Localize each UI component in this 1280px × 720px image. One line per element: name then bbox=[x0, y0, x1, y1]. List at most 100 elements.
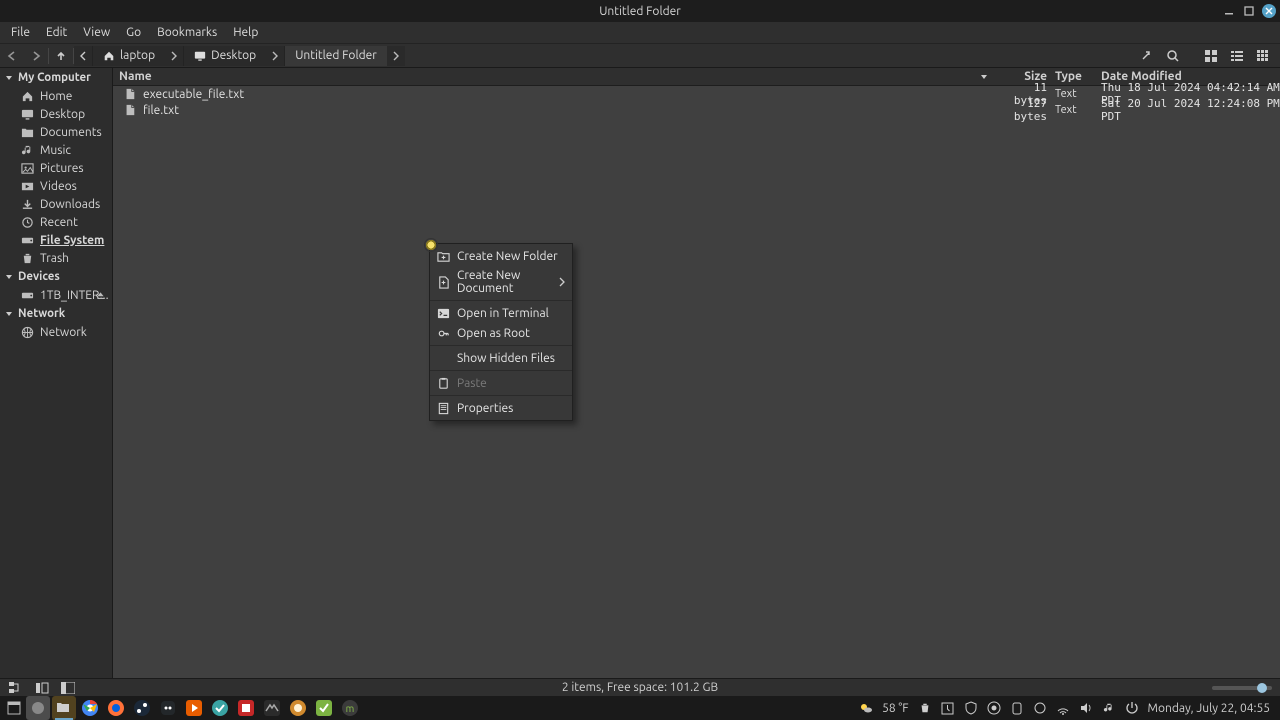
taskbar-player[interactable] bbox=[182, 696, 206, 720]
taskbar-app-8[interactable] bbox=[208, 696, 232, 720]
clock-text[interactable]: Monday, July 22, 04:55 bbox=[1148, 702, 1270, 715]
close-button[interactable] bbox=[1262, 4, 1276, 18]
search-button[interactable] bbox=[1162, 46, 1184, 66]
drive-icon bbox=[20, 288, 34, 302]
menu-edit[interactable]: Edit bbox=[39, 24, 74, 41]
taskbar-discord[interactable] bbox=[156, 696, 180, 720]
sidebar-item-pictures[interactable]: Pictures bbox=[0, 159, 112, 177]
ctx-properties[interactable]: Properties bbox=[430, 398, 572, 418]
chevron-right-icon[interactable] bbox=[165, 46, 183, 66]
ctx-open-as-root[interactable]: Open as Root bbox=[430, 323, 572, 343]
file-icon bbox=[123, 103, 137, 117]
taskbar-app-9[interactable] bbox=[234, 696, 258, 720]
tray-updates-icon[interactable] bbox=[941, 701, 955, 715]
sidebar-item-desktop[interactable]: Desktop bbox=[0, 105, 112, 123]
menu-bookmarks[interactable]: Bookmarks bbox=[150, 24, 224, 41]
tray-indicator1-icon[interactable] bbox=[1010, 701, 1024, 715]
taskbar-firefox[interactable] bbox=[104, 696, 128, 720]
sidebar-group-network[interactable]: Network bbox=[0, 304, 112, 323]
sidebar-item-file-system[interactable]: File System bbox=[0, 231, 112, 249]
trash-icon bbox=[20, 251, 34, 265]
globe-icon bbox=[20, 325, 34, 339]
zoom-slider[interactable] bbox=[1212, 686, 1272, 690]
view-compact-button[interactable] bbox=[1252, 46, 1274, 66]
taskbar-chrome[interactable] bbox=[78, 696, 102, 720]
column-type[interactable]: Type bbox=[1055, 70, 1095, 83]
chevron-right-icon[interactable] bbox=[266, 46, 284, 66]
taskbar-mint[interactable]: m bbox=[338, 696, 362, 720]
taskbar-app-10[interactable] bbox=[260, 696, 284, 720]
desktop-icon bbox=[194, 50, 206, 62]
maximize-button[interactable] bbox=[1242, 4, 1256, 18]
view-icons-button[interactable] bbox=[1200, 46, 1222, 66]
video-icon bbox=[20, 179, 34, 193]
sidebar-item-downloads[interactable]: Downloads bbox=[0, 195, 112, 213]
file-list[interactable]: executable_file.txt11 bytesTextThu 18 Ju… bbox=[113, 86, 1280, 678]
menu-file[interactable]: File bbox=[4, 24, 37, 41]
back-button[interactable] bbox=[0, 46, 24, 66]
tray-power-icon[interactable] bbox=[1125, 701, 1139, 715]
taskbar-steam[interactable] bbox=[130, 696, 154, 720]
ctx-create-new-document[interactable]: Create New Document bbox=[430, 266, 572, 298]
tray-trash-icon[interactable] bbox=[918, 701, 932, 715]
sort-indicator-icon[interactable] bbox=[979, 72, 999, 82]
taskbar-app-11[interactable] bbox=[286, 696, 310, 720]
breadcrumb-1[interactable]: Desktop bbox=[183, 46, 266, 66]
up-button[interactable] bbox=[49, 46, 73, 66]
view-list-button[interactable] bbox=[1226, 46, 1248, 66]
ctx-create-new-folder[interactable]: Create New Folder bbox=[430, 246, 572, 266]
tray-indicator2-icon[interactable] bbox=[1033, 701, 1047, 715]
sidebar-item-music[interactable]: Music bbox=[0, 141, 112, 159]
new-doc-icon bbox=[436, 275, 450, 289]
toggle-path-entry-button[interactable] bbox=[1136, 46, 1158, 66]
status-toggle-side-icon[interactable] bbox=[60, 681, 76, 695]
sidebar-item-1tb-inter-[interactable]: 1TB_INTER... bbox=[0, 286, 112, 304]
sidebar-item-network[interactable]: Network bbox=[0, 323, 112, 341]
tray-music-icon[interactable] bbox=[1102, 701, 1116, 715]
sidebar-item-documents[interactable]: Documents bbox=[0, 123, 112, 141]
sidebar-item-recent[interactable]: Recent bbox=[0, 213, 112, 231]
taskbar-app-12[interactable] bbox=[312, 696, 336, 720]
ctx-open-in-terminal[interactable]: Open in Terminal bbox=[430, 303, 572, 323]
sidebar-group-devices[interactable]: Devices bbox=[0, 267, 112, 286]
breadcrumb-0[interactable]: laptop bbox=[92, 46, 165, 66]
tray-volume-icon[interactable] bbox=[1079, 701, 1093, 715]
forward-button[interactable] bbox=[24, 46, 48, 66]
breadcrumb: laptop Desktop Untitled Folder bbox=[74, 44, 405, 67]
menubar: FileEditViewGoBookmarksHelp bbox=[0, 22, 1280, 44]
menu-help[interactable]: Help bbox=[226, 24, 265, 41]
file-row[interactable]: file.txt127 bytesTextSat 20 Jul 2024 12:… bbox=[113, 102, 1280, 118]
home-icon bbox=[20, 89, 34, 103]
window-title: Untitled Folder bbox=[599, 5, 681, 18]
tray-record-icon[interactable] bbox=[987, 701, 1001, 715]
eject-icon[interactable] bbox=[95, 290, 106, 301]
tray-network-icon[interactable] bbox=[1056, 701, 1070, 715]
download-icon bbox=[20, 197, 34, 211]
clock-icon bbox=[20, 215, 34, 229]
drive-icon bbox=[20, 233, 34, 247]
weather-icon[interactable] bbox=[859, 701, 873, 715]
taskbar-app-1[interactable] bbox=[26, 696, 50, 720]
minimize-button[interactable] bbox=[1222, 4, 1236, 18]
ctx-paste: Paste bbox=[430, 373, 572, 393]
taskbar-filemanager[interactable] bbox=[52, 696, 76, 720]
music-icon bbox=[20, 143, 34, 157]
menu-go[interactable]: Go bbox=[119, 24, 148, 41]
crumb-back-icon[interactable] bbox=[74, 46, 92, 66]
sidebar-item-videos[interactable]: Videos bbox=[0, 177, 112, 195]
chevron-right-icon[interactable] bbox=[387, 46, 405, 66]
sidebar-group-my-computer[interactable]: My Computer bbox=[0, 68, 112, 87]
sidebar-item-trash[interactable]: Trash bbox=[0, 249, 112, 267]
status-treeview-icon[interactable] bbox=[8, 681, 24, 695]
weather-text[interactable]: 58 °F bbox=[882, 702, 908, 715]
sidebar-item-home[interactable]: Home bbox=[0, 87, 112, 105]
file-icon bbox=[123, 87, 137, 101]
menu-view[interactable]: View bbox=[76, 24, 117, 41]
folder-icon bbox=[20, 125, 34, 139]
tray-shield-icon[interactable] bbox=[964, 701, 978, 715]
breadcrumb-2[interactable]: Untitled Folder bbox=[284, 46, 387, 66]
column-name[interactable]: Name bbox=[113, 70, 979, 83]
start-menu-icon[interactable] bbox=[4, 698, 24, 718]
status-places-icon[interactable] bbox=[34, 681, 50, 695]
ctx-show-hidden-files[interactable]: Show Hidden Files bbox=[430, 348, 572, 368]
